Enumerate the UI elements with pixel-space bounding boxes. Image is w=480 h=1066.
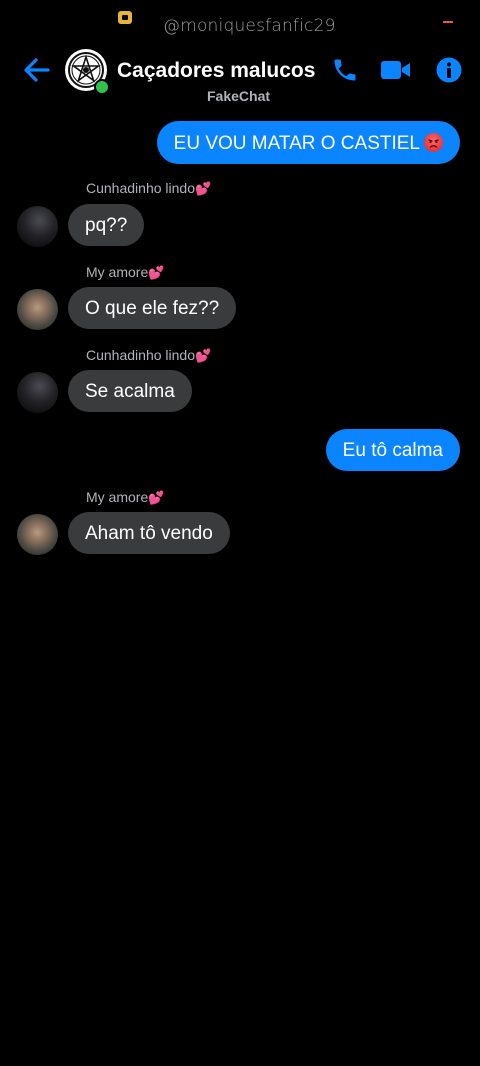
message-text: O que ele fez?? [85, 298, 220, 319]
message-bubble-outgoing[interactable]: EU VOU MATAR O CASTIEL [156, 121, 460, 164]
chat-title[interactable]: Caçadores malucos [117, 59, 315, 83]
avatar[interactable] [17, 206, 58, 247]
chat-subtitle: FakeChat [207, 88, 271, 104]
message-text: pq?? [85, 215, 128, 236]
sender-name: My amore💕 [86, 489, 165, 505]
message-text: Eu tô calma [342, 440, 443, 461]
angry-face-emoji [424, 133, 443, 152]
notification-icon [118, 11, 132, 24]
hearts-emoji: 💕 [148, 265, 165, 280]
message-bubble-incoming[interactable]: Aham tô vendo [68, 512, 230, 554]
hearts-emoji: 💕 [148, 490, 165, 505]
avatar[interactable] [17, 372, 58, 413]
back-arrow-icon [24, 58, 50, 82]
group-avatar[interactable] [65, 49, 110, 95]
hearts-emoji: 💕 [194, 348, 212, 363]
status-bar: @moniquesfanfic29 [0, 0, 480, 44]
chat-header: Caçadores malucos FakeChat [0, 44, 480, 108]
video-camera-icon [381, 61, 410, 79]
watermark-text: @moniquesfanfic29 [163, 16, 336, 36]
message-bubble-incoming[interactable]: Se acalma [68, 370, 192, 412]
phone-icon [334, 59, 356, 81]
sender-name: Cunhadinho lindo💕 [86, 347, 212, 363]
message-bubble-outgoing[interactable]: Eu tô calma [325, 429, 460, 471]
back-button[interactable] [22, 56, 52, 84]
video-call-button[interactable] [380, 58, 412, 87]
sender-name: My amore💕 [86, 264, 165, 280]
message-text: EU VOU MATAR O CASTIEL [173, 133, 420, 154]
avatar[interactable] [17, 289, 58, 330]
battery-indicator [443, 21, 453, 23]
sender-name: Cunhadinho lindo💕 [86, 180, 212, 196]
info-icon [436, 57, 462, 83]
message-bubble-incoming[interactable]: pq?? [68, 204, 145, 246]
message-bubble-incoming[interactable]: O que ele fez?? [68, 287, 237, 329]
message-text: Aham tô vendo [85, 523, 213, 544]
avatar[interactable] [17, 514, 58, 555]
call-button[interactable] [331, 56, 359, 89]
info-button[interactable] [436, 57, 462, 88]
message-text: Se acalma [85, 381, 175, 402]
hearts-emoji: 💕 [194, 181, 212, 196]
online-status-dot [94, 79, 110, 95]
